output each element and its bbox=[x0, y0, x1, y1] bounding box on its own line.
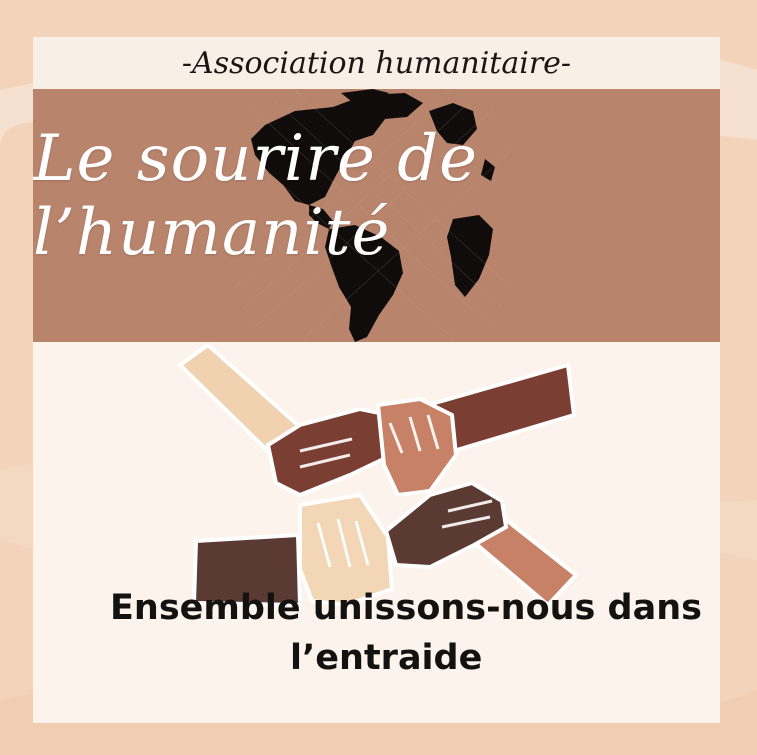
tagline-band: -Association humanitaire- bbox=[33, 37, 720, 89]
slogan-line-1: Ensemble unissons-nous dans bbox=[110, 588, 702, 628]
tagline: -Association humanitaire- bbox=[181, 45, 572, 81]
joined-hands-icon bbox=[176, 342, 579, 608]
slogan-line-2: l’entraide bbox=[290, 638, 483, 678]
